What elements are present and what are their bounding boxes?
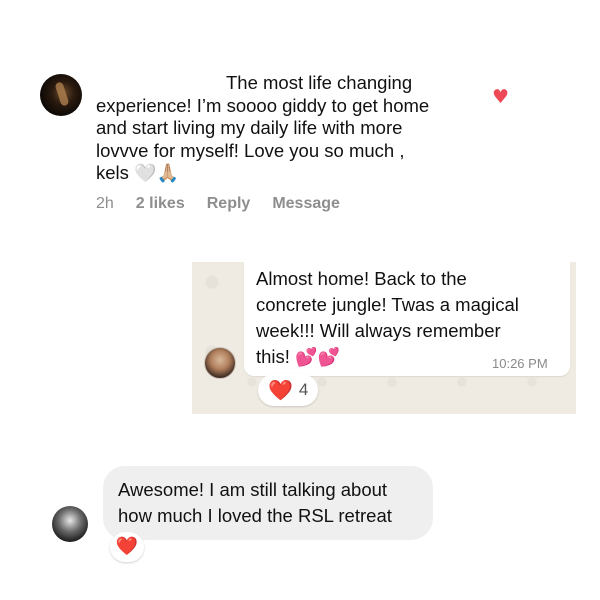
message-line: week!!! Will always remember (256, 320, 501, 341)
sender-avatar[interactable] (204, 347, 236, 379)
comment-time: 2h (96, 195, 114, 212)
comment-line-last: kels 🤍🙏🏼 (96, 162, 476, 186)
reply-line: how much I loved the RSL retreat (118, 505, 392, 526)
red-heart-icon: ❤️ (268, 378, 293, 402)
message-line: Almost home! Back to the (256, 268, 467, 289)
replier-avatar[interactable] (52, 506, 88, 542)
white-heart-emoji: 🤍 (134, 163, 157, 184)
reaction-count: 4 (298, 380, 309, 399)
praying-hands-emoji: 🙏🏼 (156, 163, 179, 184)
comment-line: kels (96, 162, 129, 183)
reply-button[interactable]: Reply (207, 195, 251, 213)
red-heart-icon: ❤️ (115, 536, 139, 557)
reply-text: Awesome! I am still talking about how mu… (118, 477, 438, 529)
message-button[interactable]: Message (272, 195, 340, 213)
comment-line: lovvve for myself! Love you so much , (96, 139, 405, 161)
comment-line: The most life changing (226, 72, 413, 93)
reaction-pill[interactable]: ❤️ 4 (258, 374, 319, 406)
like-heart-icon[interactable]: ♥ (492, 88, 510, 107)
commenter-avatar[interactable] (40, 74, 82, 116)
two-hearts-emoji: 💕 (295, 347, 318, 368)
likes-count-link[interactable]: 2 likes (136, 195, 185, 213)
message-line: this! (256, 346, 290, 367)
comment-meta: 2h 2 likes Reply Message (96, 195, 340, 213)
message-line: concrete jungle! Twas a magical (256, 294, 519, 315)
reply-line: Awesome! I am still talking about (118, 479, 388, 500)
two-hearts-emoji: 💕 (317, 347, 340, 368)
comment-text: The most life changing experience! I’m s… (96, 72, 476, 186)
message-timestamp: 10:26 PM (492, 356, 548, 371)
reply-reaction[interactable]: ❤️ (110, 532, 144, 562)
comment-line: and start living my daily life with more (96, 117, 403, 138)
comment-line: experience! I’m soooo giddy to get home (96, 94, 430, 116)
